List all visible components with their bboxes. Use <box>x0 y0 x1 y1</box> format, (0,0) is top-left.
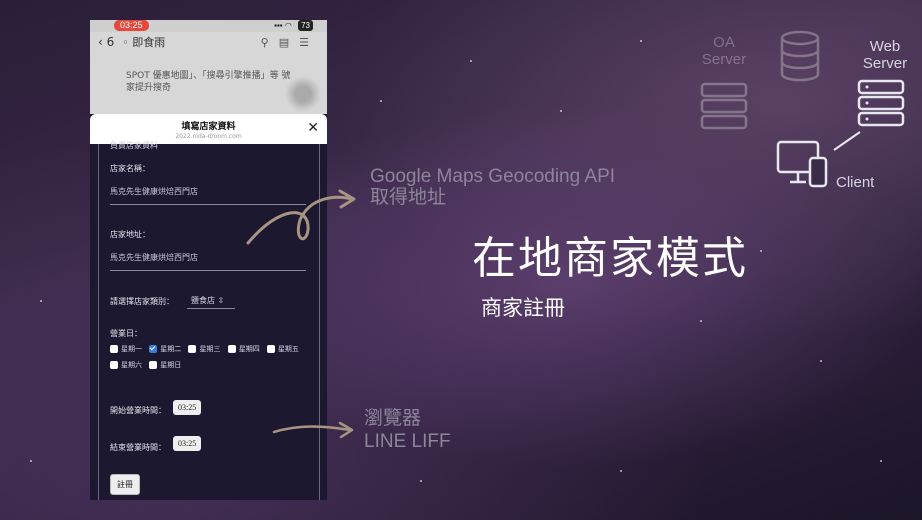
close-time-input[interactable]: 03:25 <box>173 436 202 451</box>
star <box>880 460 882 462</box>
star <box>820 360 822 362</box>
client-devices-icon <box>776 140 828 188</box>
sheet-url: 2022.nida-droom.com <box>175 133 242 140</box>
connector-line <box>833 131 861 151</box>
store-name-input[interactable]: 馬克先生健康烘焙西門店 <box>110 186 198 197</box>
store-name-label: 店家名稱： <box>110 164 150 173</box>
status-icons: ▪▪▪ ◠ 73 <box>274 20 313 31</box>
arrow-to-api <box>246 189 356 245</box>
status-time: 03:25 <box>114 20 149 31</box>
star <box>640 40 642 42</box>
oa-server-label: OA Server <box>701 34 747 68</box>
section-heading: 負責店家資料 <box>110 141 158 150</box>
status-bar: 03:25 ▪▪▪ ◠ 73 <box>90 20 327 32</box>
chat-nav: ‹ 6 ◦ 即食雨 ⚲▤☰ <box>90 32 327 52</box>
star <box>560 110 562 112</box>
database-icon <box>780 30 820 82</box>
back-button[interactable]: ‹ 6 <box>98 35 114 49</box>
api-purpose: 取得地址 <box>370 187 447 208</box>
day-checkbox[interactable]: 星期六 <box>110 360 142 370</box>
star <box>760 250 762 252</box>
star <box>420 480 422 482</box>
chat-message: SPOT 優惠地圖」、「搜尋引擎推播」等 號家提升搜奇 <box>126 71 291 93</box>
star <box>470 60 472 62</box>
wifi-icon: ◠ <box>284 21 292 30</box>
checkbox[interactable] <box>149 361 158 369</box>
business-days-label: 營業日： <box>110 329 142 338</box>
checkbox[interactable] <box>266 345 275 353</box>
web-server-label: Web Server <box>862 38 908 72</box>
chat-title: ◦ 即食雨 <box>122 36 166 49</box>
star <box>380 100 382 102</box>
open-time-label: 開始營業時間： <box>110 406 166 415</box>
category-label: 請選擇店家類別： <box>110 297 174 306</box>
checkbox-checked[interactable] <box>149 345 158 353</box>
day-checkbox[interactable]: 星期日 <box>149 360 181 370</box>
note-icon[interactable]: ▤ <box>279 36 299 49</box>
star <box>30 460 32 462</box>
search-icon[interactable]: ⚲ <box>261 36 279 49</box>
star <box>700 320 702 322</box>
browser-annotation: 瀏覽器 LINE LIFF <box>364 407 451 453</box>
day-checkbox[interactable]: 星期三 <box>188 344 220 354</box>
web-server-icon <box>857 79 905 127</box>
checkbox[interactable] <box>110 345 118 353</box>
api-name: Google Maps Geocoding API <box>370 166 616 187</box>
oa-server-node: OA Server <box>694 34 754 68</box>
server-icon <box>700 82 748 130</box>
liff-sheet: 填寫店家資料 2022.nida-droom.com ✕ 負責店家資料 店家名稱… <box>90 114 327 500</box>
sheet-title: 填寫店家資料 <box>181 122 236 132</box>
divider <box>110 270 306 271</box>
day-checkbox[interactable]: 星期五 <box>266 344 299 354</box>
day-checkbox[interactable]: 星期四 <box>227 344 260 354</box>
checkbox[interactable] <box>110 361 118 369</box>
web-server-node: Web Server <box>856 38 914 72</box>
close-icon[interactable]: ✕ <box>307 119 319 137</box>
register-button[interactable]: 註冊 <box>110 474 140 495</box>
day-checkbox[interactable]: 星期二 <box>149 344 181 354</box>
business-days: 星期一 星期二 星期三 星期四 星期五 星期六 星期日 <box>110 344 310 376</box>
checkbox[interactable] <box>227 345 236 353</box>
store-address-input[interactable]: 馬克先生健康烘焙西門店 <box>110 252 198 263</box>
api-annotation: Google Maps Geocoding API 取得地址 <box>370 166 615 208</box>
star <box>620 470 622 472</box>
slide-subtitle: 商家註冊 <box>481 296 565 320</box>
back-count: 6 <box>106 35 115 49</box>
menu-icon[interactable]: ☰ <box>299 36 319 49</box>
checkbox[interactable] <box>188 345 197 353</box>
avatar <box>285 76 321 112</box>
day-checkbox[interactable]: 星期一 <box>110 344 142 354</box>
liff-name: LINE LIFF <box>364 431 451 452</box>
arrow-to-browser <box>272 421 354 439</box>
chat-actions: ⚲▤☰ <box>261 36 319 49</box>
client-label: Client <box>836 174 875 191</box>
category-select[interactable]: 鹽食店 ⇳ <box>187 295 235 309</box>
browser-name: 瀏覽器 <box>364 408 422 429</box>
signal-icon: ▪▪▪ <box>274 21 283 30</box>
battery-icon: 73 <box>298 20 313 31</box>
close-time-label: 結束營業時間： <box>110 443 166 452</box>
slide-title: 在地商家模式 <box>472 233 748 284</box>
client-node: Client <box>836 174 886 191</box>
store-address-label: 店家地址： <box>110 230 150 239</box>
star <box>40 300 42 302</box>
chevron-updown-icon: ⇳ <box>217 296 225 305</box>
open-time-input[interactable]: 03:25 <box>173 400 202 415</box>
